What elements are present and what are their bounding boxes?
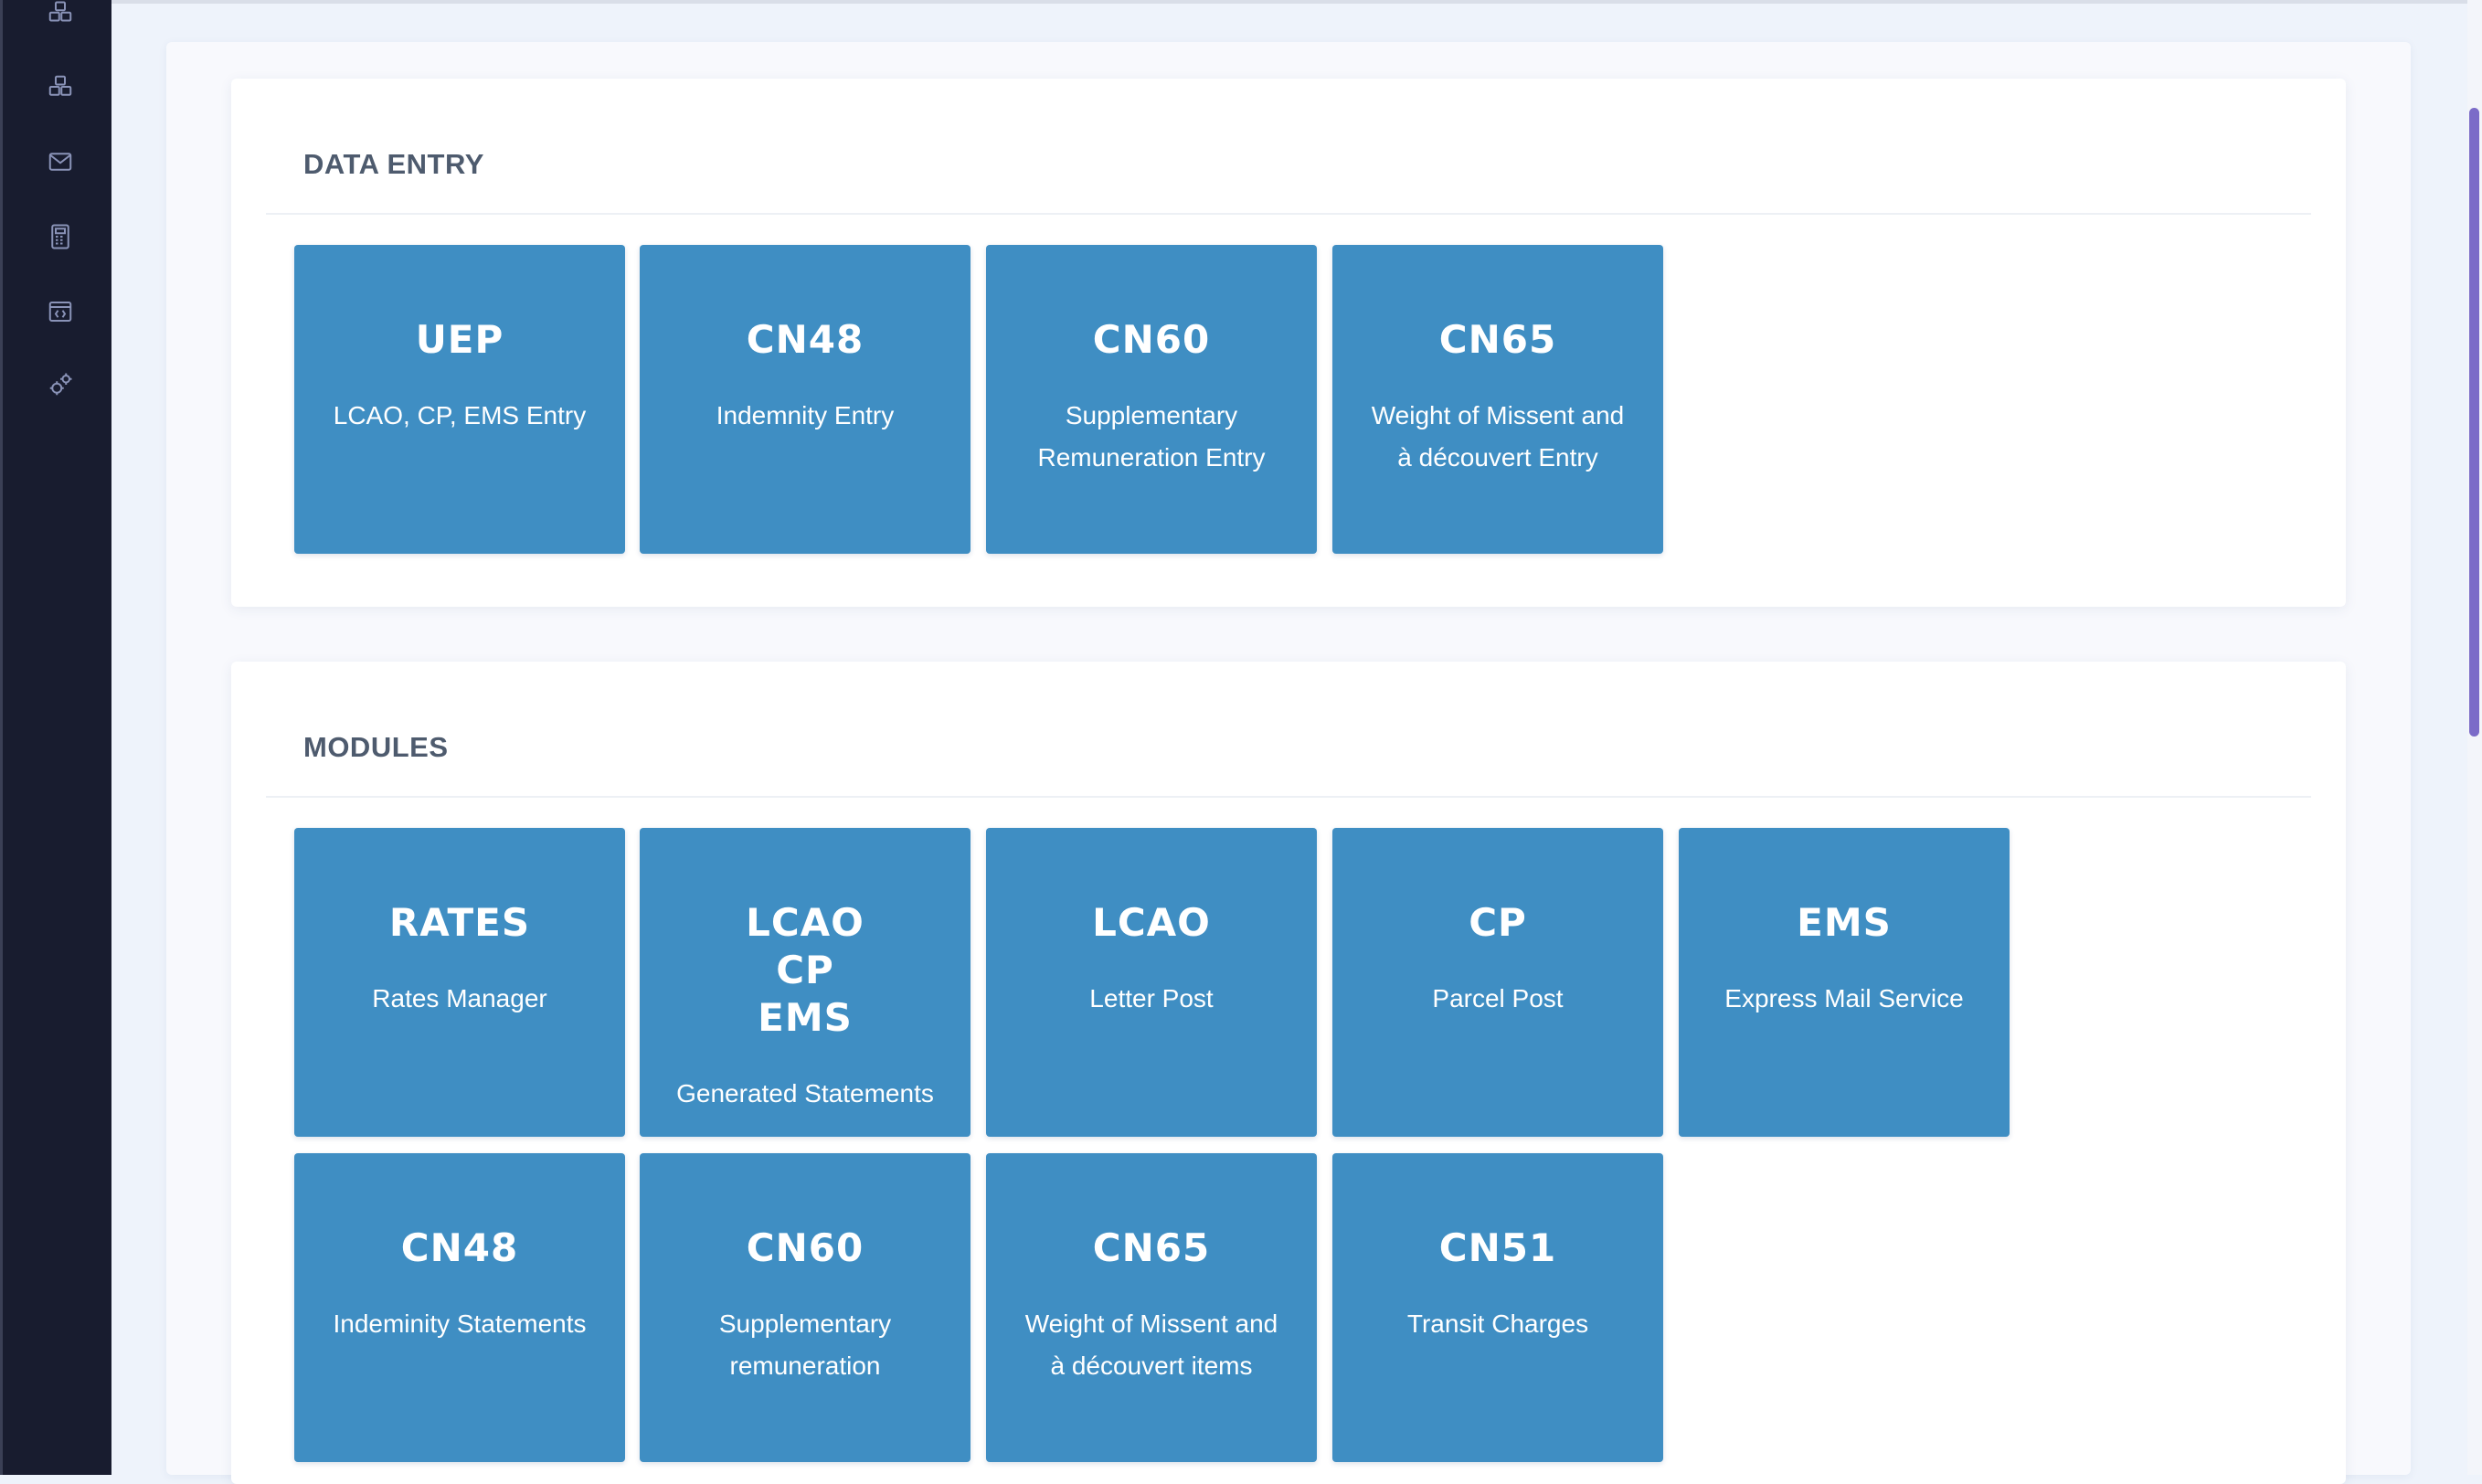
scrollbar-thumb[interactable] (2469, 108, 2479, 737)
data-entry-title: DATA ENTRY (303, 148, 484, 180)
tile-description: Indeminity Statements (333, 1309, 587, 1338)
tile-cn48-entry[interactable]: CN48 Indemnity Entry (640, 245, 971, 554)
top-border (111, 0, 2482, 4)
tile-description: Weight of Missent and à découvert Entry (1371, 401, 1625, 472)
tile-code: UEP (415, 317, 504, 362)
boxes-icon[interactable] (47, 0, 74, 27)
tile-description: Supplementary remuneration (718, 1309, 892, 1380)
tile-uep-entry[interactable]: UEP LCAO, CP, EMS Entry (294, 245, 625, 554)
tile-lcao[interactable]: LCAO Letter Post (986, 828, 1317, 1137)
gears-icon[interactable] (47, 371, 74, 398)
tile-code: LCAO (1092, 900, 1211, 945)
tile-code: CN48 (746, 317, 864, 362)
tile-description: Rates Manager (372, 984, 547, 1012)
tile-cp[interactable]: CP Parcel Post (1332, 828, 1663, 1137)
tile-cn65[interactable]: CN65 Weight of Missent and à découvert i… (986, 1153, 1317, 1462)
tile-cn48[interactable]: CN48 Indeminity Statements (294, 1153, 625, 1462)
tile-code: CN51 (1438, 1225, 1557, 1270)
divider (266, 796, 2311, 798)
tile-description: LCAO, CP, EMS Entry (333, 401, 587, 429)
tile-cn60[interactable]: CN60 Supplementary remuneration (640, 1153, 971, 1462)
mail-icon[interactable] (47, 148, 74, 175)
tile-description: Supplementary Remuneration Entry (1037, 401, 1266, 472)
tile-description: Express Mail Service (1724, 984, 1964, 1012)
tile-cn65-entry[interactable]: CN65 Weight of Missent and à découvert E… (1332, 245, 1663, 554)
tile-description: Transit Charges (1406, 1309, 1589, 1338)
tile-generated-statements[interactable]: LCAO CP EMS Generated Statements (640, 828, 971, 1137)
tile-description: Letter Post (1089, 984, 1214, 1012)
tile-description: Generated Statements (676, 1079, 934, 1108)
tile-code: RATES (388, 900, 531, 945)
calculator-icon[interactable] (47, 223, 74, 250)
tile-code: CN65 (1438, 317, 1557, 362)
tile-rates[interactable]: RATES Rates Manager (294, 828, 625, 1137)
tile-code: CN60 (1092, 317, 1211, 362)
tile-code: LCAO CP EMS (746, 900, 864, 1040)
tile-code: CP (1469, 900, 1527, 945)
tile-ems[interactable]: EMS Express Mail Service (1679, 828, 2010, 1137)
scrollbar-track[interactable] (2467, 0, 2482, 1475)
tile-code: CN65 (1092, 1225, 1211, 1270)
boxes-icon[interactable] (47, 73, 74, 101)
tile-description: Indemnity Entry (716, 401, 895, 429)
modules-title: MODULES (303, 731, 449, 763)
tile-code: EMS (1797, 900, 1892, 945)
tile-cn51[interactable]: CN51 Transit Charges (1332, 1153, 1663, 1462)
divider (266, 213, 2311, 215)
tile-description: Parcel Post (1432, 984, 1564, 1012)
tile-cn60-entry[interactable]: CN60 Supplementary Remuneration Entry (986, 245, 1317, 554)
tile-code: CN48 (400, 1225, 519, 1270)
code-window-icon[interactable] (47, 298, 74, 325)
sidebar (0, 0, 111, 1475)
tile-description: Weight of Missent and à découvert items (1024, 1309, 1278, 1380)
tile-code: CN60 (746, 1225, 864, 1270)
